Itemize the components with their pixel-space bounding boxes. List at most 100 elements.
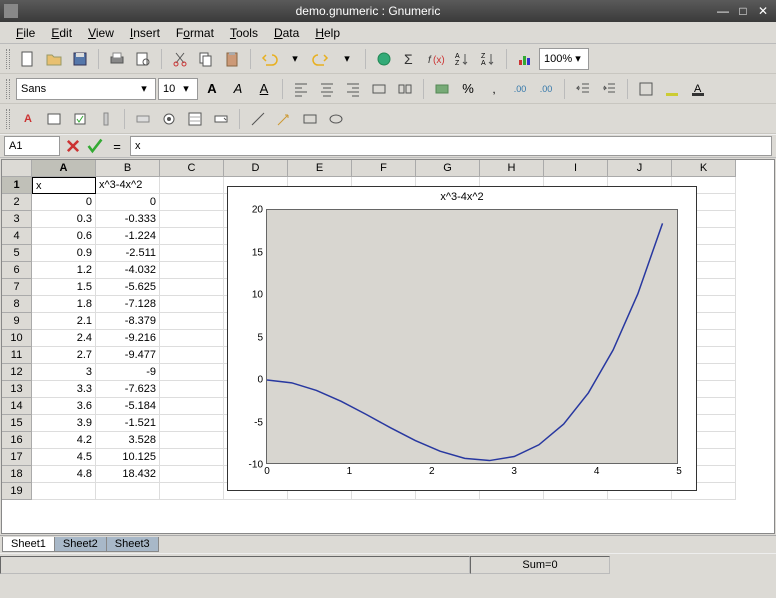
cell[interactable]: 1.5 [32, 279, 96, 296]
bgcolor-button[interactable] [660, 77, 684, 101]
redo-dropdown[interactable]: ▾ [335, 47, 359, 71]
cell[interactable] [32, 483, 96, 500]
row-header[interactable]: 2 [2, 194, 32, 211]
button-tool[interactable] [131, 107, 155, 131]
paste-button[interactable] [220, 47, 244, 71]
row-header[interactable]: 19 [2, 483, 32, 500]
fgcolor-button[interactable]: A [686, 77, 710, 101]
bold-button[interactable]: A [200, 77, 224, 101]
new-button[interactable] [16, 47, 40, 71]
arrow-tool[interactable] [272, 107, 296, 131]
cell[interactable] [160, 211, 224, 228]
copy-button[interactable] [194, 47, 218, 71]
cell[interactable]: -2.511 [96, 245, 160, 262]
cell[interactable]: -7.128 [96, 296, 160, 313]
toolbar-handle[interactable] [6, 109, 10, 129]
scrollbar-tool[interactable] [94, 107, 118, 131]
cell[interactable]: 18.432 [96, 466, 160, 483]
frame-tool[interactable] [42, 107, 66, 131]
cell[interactable]: -4.032 [96, 262, 160, 279]
open-button[interactable] [42, 47, 66, 71]
menu-insert[interactable]: Insert [122, 24, 168, 42]
align-right-button[interactable] [341, 77, 365, 101]
row-header[interactable]: 8 [2, 296, 32, 313]
col-header[interactable]: J [608, 160, 672, 177]
cell[interactable] [160, 279, 224, 296]
save-button[interactable] [68, 47, 92, 71]
col-header[interactable]: I [544, 160, 608, 177]
font-size-combo[interactable]: 10▾ [158, 78, 198, 100]
row-header[interactable]: 3 [2, 211, 32, 228]
cell[interactable]: 3.528 [96, 432, 160, 449]
accept-icon[interactable] [86, 134, 104, 158]
cell[interactable]: -1.521 [96, 415, 160, 432]
row-header[interactable]: 11 [2, 347, 32, 364]
cell[interactable] [160, 313, 224, 330]
cell[interactable]: 0.9 [32, 245, 96, 262]
inc-decimal-button[interactable]: .00 [508, 77, 532, 101]
redo-button[interactable] [309, 47, 333, 71]
checkbox-tool[interactable] [68, 107, 92, 131]
sum-button[interactable]: Σ [398, 47, 422, 71]
thousands-button[interactable]: , [482, 77, 506, 101]
col-header[interactable]: G [416, 160, 480, 177]
cell[interactable]: 4.2 [32, 432, 96, 449]
menu-file[interactable]: File [8, 24, 43, 42]
row-header[interactable]: 4 [2, 228, 32, 245]
cell[interactable]: 4.5 [32, 449, 96, 466]
cell[interactable] [160, 364, 224, 381]
merge-button[interactable] [367, 77, 391, 101]
chart-button[interactable] [513, 47, 537, 71]
zoom-combo[interactable]: 100%▾ [539, 48, 589, 70]
italic-button[interactable]: A [226, 77, 250, 101]
row-header[interactable]: 1 [2, 177, 32, 194]
underline-button[interactable]: A [252, 77, 276, 101]
hyperlink-button[interactable] [372, 47, 396, 71]
menu-data[interactable]: Data [266, 24, 307, 42]
row-header[interactable]: 15 [2, 415, 32, 432]
print-button[interactable] [105, 47, 129, 71]
cell[interactable]: -9.216 [96, 330, 160, 347]
cell[interactable]: -7.623 [96, 381, 160, 398]
row-header[interactable]: 13 [2, 381, 32, 398]
cell[interactable] [160, 296, 224, 313]
cell[interactable]: x^3-4x^2 [96, 177, 160, 194]
row-header[interactable]: 5 [2, 245, 32, 262]
col-header[interactable]: K [672, 160, 736, 177]
cell[interactable] [96, 483, 160, 500]
font-name-combo[interactable]: Sans▾ [16, 78, 156, 100]
align-center-button[interactable] [315, 77, 339, 101]
col-header[interactable]: B [96, 160, 160, 177]
cell[interactable] [160, 432, 224, 449]
cell[interactable]: -9 [96, 364, 160, 381]
inc-indent-button[interactable] [597, 77, 621, 101]
embedded-chart[interactable]: x^3-4x^2 -10-505101520012345 [227, 186, 697, 491]
dec-indent-button[interactable] [571, 77, 595, 101]
close-button[interactable]: ✕ [754, 3, 772, 19]
cell[interactable]: -5.625 [96, 279, 160, 296]
cell[interactable] [160, 449, 224, 466]
align-left-button[interactable] [289, 77, 313, 101]
label-tool[interactable]: A [16, 107, 40, 131]
cell[interactable] [160, 483, 224, 500]
currency-button[interactable] [430, 77, 454, 101]
toolbar-handle[interactable] [6, 49, 10, 69]
row-header[interactable]: 14 [2, 398, 32, 415]
ellipse-tool[interactable] [324, 107, 348, 131]
undo-button[interactable] [257, 47, 281, 71]
tab-sheet1[interactable]: Sheet1 [2, 537, 55, 552]
cell[interactable]: 1.8 [32, 296, 96, 313]
cell[interactable]: 2.4 [32, 330, 96, 347]
cell[interactable]: 0 [96, 194, 160, 211]
toolbar-handle[interactable] [6, 79, 10, 99]
cell[interactable] [160, 347, 224, 364]
row-header[interactable]: 9 [2, 313, 32, 330]
radio-tool[interactable] [157, 107, 181, 131]
cell[interactable] [160, 194, 224, 211]
cell[interactable]: -8.379 [96, 313, 160, 330]
menu-view[interactable]: View [80, 24, 122, 42]
menu-format[interactable]: Format [168, 24, 222, 42]
col-header[interactable]: E [288, 160, 352, 177]
menu-help[interactable]: Help [307, 24, 348, 42]
cell[interactable] [160, 177, 224, 194]
